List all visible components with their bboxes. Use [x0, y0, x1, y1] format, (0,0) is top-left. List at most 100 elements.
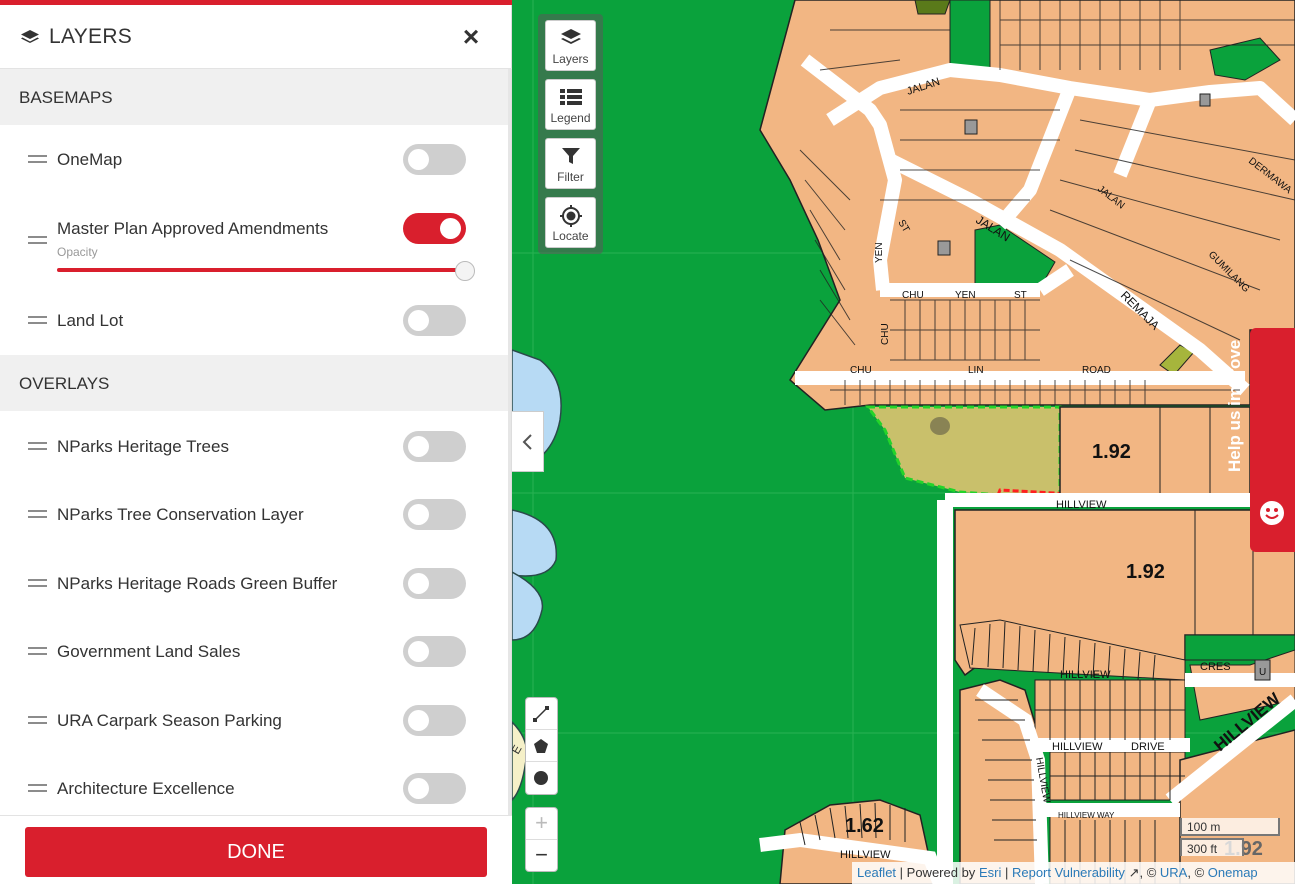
- map-view[interactable]: 1.92 1.92 1.62 1.92 JALAN JALAN JALAN DE…: [512, 0, 1295, 884]
- layer-row-land-lot: Land Lot: [0, 290, 510, 350]
- layer-toggle-heritage-roads[interactable]: [403, 568, 466, 599]
- layers-tool-button[interactable]: Layers: [545, 20, 596, 71]
- drag-handle-icon[interactable]: [28, 579, 47, 589]
- layer-toggle-land-lot[interactable]: [403, 305, 466, 336]
- locate-tool-label: Locate: [552, 229, 589, 243]
- legend-tool-label: Legend: [550, 111, 591, 125]
- road-label: YEN: [874, 242, 885, 263]
- opacity-slider-thumb[interactable]: [455, 261, 475, 281]
- section-title: OVERLAYS: [19, 374, 110, 393]
- close-icon[interactable]: ×: [458, 23, 484, 51]
- scale-imperial: 300 ft: [1180, 838, 1244, 856]
- locate-icon: [560, 205, 582, 227]
- panel-body[interactable]: BASEMAPS OneMap Master Plan Approved Ame…: [0, 69, 510, 815]
- collapse-panel-button[interactable]: [512, 411, 544, 472]
- layers-panel: LAYERS × BASEMAPS OneMap Master Plan App…: [0, 0, 512, 884]
- drag-handle-icon[interactable]: [28, 316, 47, 326]
- circle-icon: [534, 771, 548, 785]
- layer-toggle-tree-conservation[interactable]: [403, 499, 466, 530]
- draw-circle-button[interactable]: [526, 762, 557, 794]
- layer-row-architecture-excellence: Architecture Excellence: [0, 758, 510, 815]
- report-vulnerability-link[interactable]: Report Vulnerability: [1012, 865, 1125, 880]
- map-scale: 100 m 300 ft: [1180, 818, 1282, 858]
- layer-row-carpark-season-parking: URA Carpark Season Parking: [0, 690, 510, 750]
- filter-icon: [562, 148, 580, 164]
- layer-toggle-carpark-season-parking[interactable]: [403, 705, 466, 736]
- layer-label: Master Plan Approved Amendments: [57, 219, 329, 238]
- panel-scrollbar[interactable]: [508, 69, 511, 815]
- road-label: CHU: [850, 365, 872, 376]
- road-label: CRES: [1200, 661, 1231, 673]
- road-label: DRIVE: [1131, 741, 1165, 753]
- zoom-in-button[interactable]: +: [526, 808, 557, 840]
- map-attribution: Leaflet | Powered by Esri | Report Vulne…: [852, 862, 1295, 884]
- road-label: CHU: [880, 323, 891, 345]
- layer-toggle-heritage-trees[interactable]: [403, 431, 466, 462]
- attribution-separator: |: [1004, 865, 1009, 880]
- drag-handle-icon[interactable]: [28, 716, 47, 726]
- filter-tool-button[interactable]: Filter: [545, 138, 596, 189]
- opacity-label: Opacity: [57, 245, 98, 259]
- layers-icon: [561, 29, 581, 44]
- map-canvas[interactable]: 1.92 1.92 1.62 1.92 JALAN JALAN JALAN DE…: [512, 0, 1295, 884]
- road-label: YEN: [955, 290, 976, 301]
- plot-ratio-label: 1.62: [845, 815, 884, 837]
- drag-handle-icon[interactable]: [28, 784, 47, 794]
- road-label: HILLVIEW: [840, 849, 891, 861]
- attribution-text: , ©: [1139, 865, 1157, 880]
- layer-toggle-government-land-sales[interactable]: [403, 636, 466, 667]
- ura-link[interactable]: URA: [1160, 865, 1187, 880]
- layer-toggle-master-plan[interactable]: [403, 213, 466, 244]
- done-button[interactable]: DONE: [25, 827, 487, 877]
- zoom-control: + −: [525, 807, 558, 872]
- help-us-improve-tab[interactable]: Help us improve: [1225, 328, 1295, 552]
- layer-row-government-land-sales: Government Land Sales: [0, 621, 510, 681]
- panel-title: LAYERS: [49, 25, 133, 48]
- attribution-text: | Powered by: [899, 865, 976, 880]
- smiley-icon: [1260, 501, 1284, 525]
- drag-handle-icon[interactable]: [28, 155, 47, 165]
- layer-label: Land Lot: [57, 311, 124, 330]
- drag-handle-icon[interactable]: [28, 510, 47, 520]
- opacity-slider-track[interactable]: [57, 268, 465, 272]
- drag-handle-icon[interactable]: [28, 236, 47, 246]
- layer-label: OneMap: [57, 150, 123, 169]
- draw-polyline-button[interactable]: [526, 698, 557, 730]
- layer-label: NParks Tree Conservation Layer: [57, 505, 304, 524]
- draw-polygon-button[interactable]: [526, 730, 557, 762]
- scale-metric: 100 m: [1180, 818, 1280, 836]
- leaflet-link[interactable]: Leaflet: [857, 865, 896, 880]
- road-label: ROAD: [1082, 365, 1111, 376]
- esri-link[interactable]: Esri: [979, 865, 1001, 880]
- layer-row-onemap: OneMap: [0, 129, 510, 189]
- locate-tool-button[interactable]: Locate: [545, 197, 596, 248]
- draw-toolbar: [525, 697, 558, 795]
- layer-toggle-architecture-excellence[interactable]: [403, 773, 466, 804]
- polyline-icon: [533, 706, 549, 722]
- layer-row-heritage-roads: NParks Heritage Roads Green Buffer: [0, 553, 510, 613]
- road-label: HILLVIEW: [1052, 741, 1103, 753]
- road-label: U: [1259, 667, 1266, 678]
- layer-label: NParks Heritage Trees: [57, 437, 229, 456]
- road-label: HILLVIEW: [1060, 669, 1111, 681]
- layer-toggle-onemap[interactable]: [403, 144, 466, 175]
- section-header-overlays: OVERLAYS: [0, 355, 510, 411]
- panel-header: LAYERS ×: [0, 5, 512, 69]
- layer-label: Architecture Excellence: [57, 779, 235, 798]
- road-label: HILLVIEW WAY: [1058, 811, 1115, 820]
- filter-tool-label: Filter: [557, 170, 584, 184]
- zoom-out-button[interactable]: −: [526, 840, 557, 872]
- panel-footer: DONE: [0, 815, 512, 884]
- plot-ratio-label: 1.92: [1126, 561, 1165, 583]
- layer-row-heritage-trees: NParks Heritage Trees: [0, 416, 510, 476]
- drag-handle-icon[interactable]: [28, 647, 47, 657]
- road-label: LIN: [968, 365, 984, 376]
- external-link-icon: ↗: [1128, 865, 1140, 880]
- chevron-left-icon: [522, 434, 532, 450]
- legend-tool-button[interactable]: Legend: [545, 79, 596, 130]
- plot-ratio-label: 1.92: [1092, 441, 1131, 463]
- layer-row-master-plan: Master Plan Approved Amendments: [0, 197, 510, 287]
- onemap-link[interactable]: Onemap: [1208, 865, 1258, 880]
- drag-handle-icon[interactable]: [28, 442, 47, 452]
- road-label: HILLVIEW: [1056, 499, 1107, 511]
